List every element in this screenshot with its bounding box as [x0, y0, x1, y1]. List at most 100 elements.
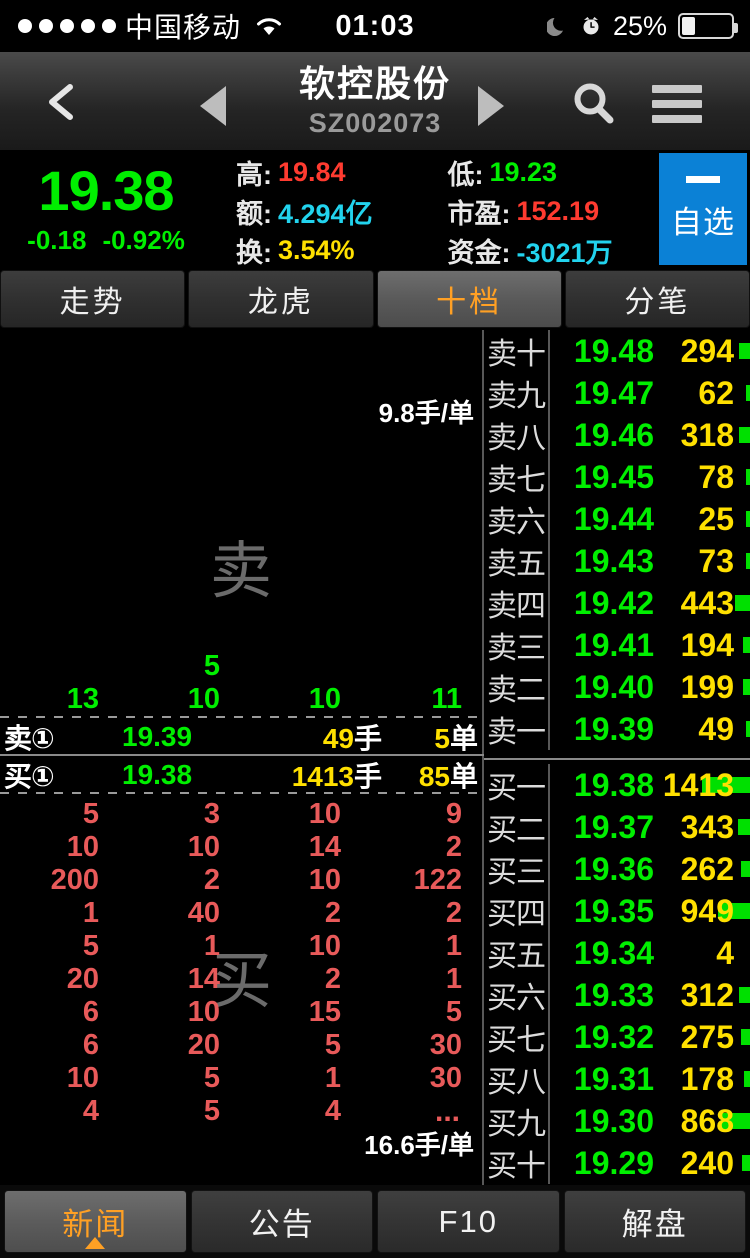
- add-to-watchlist-button[interactable]: 自选: [659, 153, 747, 265]
- order-size-cell: 6: [82, 1029, 99, 1061]
- tab-分笔[interactable]: 分笔: [564, 270, 750, 328]
- next-stock-button[interactable]: [478, 86, 504, 126]
- order-size-cell: 3: [203, 798, 220, 830]
- level2-orderbook-panel: 卖十 19.48 294 卖九 19.47 62 卖八 19.46 318 卖七 19.45 78 卖六…: [484, 330, 750, 1185]
- best-bid-label: 买①: [4, 760, 55, 792]
- back-button[interactable]: [40, 80, 84, 124]
- stock-code: SZ002073: [308, 108, 442, 138]
- ask-volume: 443: [680, 584, 734, 621]
- bid-row[interactable]: 买三 19.36 262: [484, 848, 750, 890]
- bottom-navigation-bar: 新闻 公告 F10 解盘: [0, 1185, 750, 1258]
- ask-row[interactable]: 卖一 19.39 49: [484, 708, 750, 750]
- bottom-nav-解盘[interactable]: 解盘: [563, 1190, 746, 1253]
- ask-price: 19.46: [573, 416, 654, 453]
- hamburger-menu-icon[interactable]: [652, 85, 702, 123]
- quote-stat-label: 高:: [236, 160, 272, 190]
- bid-volume: 868: [680, 1102, 734, 1139]
- watchlist-label: 自选: [671, 205, 735, 240]
- bid-volume: 1413: [662, 766, 734, 803]
- order-size-cell: 2: [324, 963, 341, 995]
- ask-price: 19.39: [573, 710, 654, 747]
- main-content: 卖 买 9.8手/单 ... 16.6手/单 5 13 10 10 11 卖① 19.3…: [0, 330, 750, 1185]
- ask-row[interactable]: 卖四 19.42 443: [484, 582, 750, 624]
- stock-title-block: 软控股份 SZ002073: [255, 62, 495, 140]
- ask-price: 19.44: [573, 500, 654, 537]
- bid-level-label: 买二: [487, 814, 546, 847]
- bid-volume: 262: [680, 850, 734, 887]
- previous-stock-button[interactable]: [200, 86, 226, 126]
- tab-十档[interactable]: 十档: [376, 270, 562, 328]
- bid-level-label: 买五: [487, 940, 546, 973]
- ask-row[interactable]: 卖十 19.48 294: [484, 330, 750, 372]
- best-ask-count-unit: 单: [449, 722, 478, 754]
- order-size-cell: 2: [445, 831, 462, 863]
- order-size-cell: 10: [187, 996, 220, 1028]
- bid-price: 19.37: [573, 808, 654, 845]
- ask-row[interactable]: 卖五 19.43 73: [484, 540, 750, 582]
- quote-stat-4: 换: 3.54%: [236, 231, 448, 270]
- order-size-cell: 2: [445, 897, 462, 929]
- bid-level-label: 买八: [487, 1066, 546, 1099]
- order-size-cell: [363, 1095, 484, 1128]
- order-size-cell: 4: [324, 1095, 341, 1127]
- ask-price: 19.45: [573, 458, 654, 495]
- bid-level-label: 买六: [487, 982, 546, 1015]
- ask-volume: 294: [680, 332, 734, 369]
- tab-走势[interactable]: 走势: [0, 270, 186, 328]
- price-change-percent: -0.92%: [102, 224, 185, 255]
- bid-row[interactable]: 买四 19.35 949: [484, 890, 750, 932]
- order-size-cell: 5: [203, 1062, 220, 1094]
- bid-row[interactable]: 买一 19.38 1413: [484, 764, 750, 806]
- order-size-cell: 200: [50, 864, 99, 896]
- bid-row[interactable]: 买二 19.37 343: [484, 806, 750, 848]
- order-size-cell: 10: [187, 683, 220, 715]
- best-ask-count: 5: [434, 722, 450, 754]
- order-size-cell: 5: [203, 1095, 220, 1127]
- ask-row[interactable]: 卖三 19.41 194: [484, 624, 750, 666]
- bid-price: 19.35: [573, 892, 654, 929]
- bid-row[interactable]: 买六 19.33 312: [484, 974, 750, 1016]
- bottom-nav-新闻[interactable]: 新闻: [4, 1190, 187, 1253]
- quote-stat-label: 额:: [236, 199, 272, 229]
- bid-row[interactable]: 买十 19.29 240: [484, 1142, 750, 1184]
- section-tab-bar: 走势 龙虎 十档 分笔: [0, 268, 750, 330]
- bid-row[interactable]: 买七 19.32 275: [484, 1016, 750, 1058]
- ask-level-label: 卖二: [487, 674, 546, 707]
- best-bid-row[interactable]: 买① 19.38 1413手 85单: [0, 758, 484, 792]
- ask-row[interactable]: 卖二 19.40 199: [484, 666, 750, 708]
- best-ask-row[interactable]: 卖① 19.39 49手 5单: [0, 720, 484, 754]
- order-size-cell: 10: [308, 930, 341, 962]
- bid-level-label: 买九: [487, 1108, 546, 1141]
- ask-row[interactable]: 卖八 19.46 318: [484, 414, 750, 456]
- order-size-cell: 1: [445, 963, 462, 995]
- ask-price: 19.43: [573, 542, 654, 579]
- last-price: 19.38: [38, 158, 174, 222]
- ask-row[interactable]: 卖六 19.44 25: [484, 498, 750, 540]
- ask-level-label: 卖一: [487, 716, 546, 749]
- bid-row[interactable]: 买五 19.34 4: [484, 932, 750, 974]
- quote-panel: 19.38 -0.18 -0.92% 高: 19.84 低: 19.23 额: 4.294…: [0, 150, 750, 268]
- bid-row[interactable]: 买九 19.30 868: [484, 1100, 750, 1142]
- best-ask-volume-unit: 手: [353, 722, 382, 754]
- bid-row[interactable]: 买八 19.31 178: [484, 1058, 750, 1100]
- last-price-block: 19.38 -0.18 -0.92%: [0, 150, 212, 268]
- ask-volume: 25: [698, 500, 734, 537]
- bottom-nav-F10[interactable]: F10: [377, 1190, 560, 1253]
- order-size-cell: 1: [82, 897, 99, 929]
- order-size-cell: 2: [203, 864, 220, 896]
- order-size-cell: 13: [66, 683, 99, 715]
- quote-stat-value: -3021万: [516, 238, 613, 268]
- order-size-cell: 10: [308, 798, 341, 830]
- navigation-bar: 软控股份 SZ002073: [0, 52, 750, 151]
- ask-level-label: 卖六: [487, 506, 546, 539]
- ask-row[interactable]: 卖九 19.47 62: [484, 372, 750, 414]
- ask-volume: 318: [680, 416, 734, 453]
- order-size-cell: 5: [324, 1029, 341, 1061]
- search-icon[interactable]: [570, 80, 618, 128]
- bottom-nav-公告[interactable]: 公告: [190, 1190, 373, 1253]
- bid-level-label: 买四: [487, 898, 546, 931]
- order-size-cell: 14: [187, 963, 220, 995]
- ask-volume: 73: [698, 542, 734, 579]
- ask-row[interactable]: 卖七 19.45 78: [484, 456, 750, 498]
- tab-龙虎[interactable]: 龙虎: [188, 270, 374, 328]
